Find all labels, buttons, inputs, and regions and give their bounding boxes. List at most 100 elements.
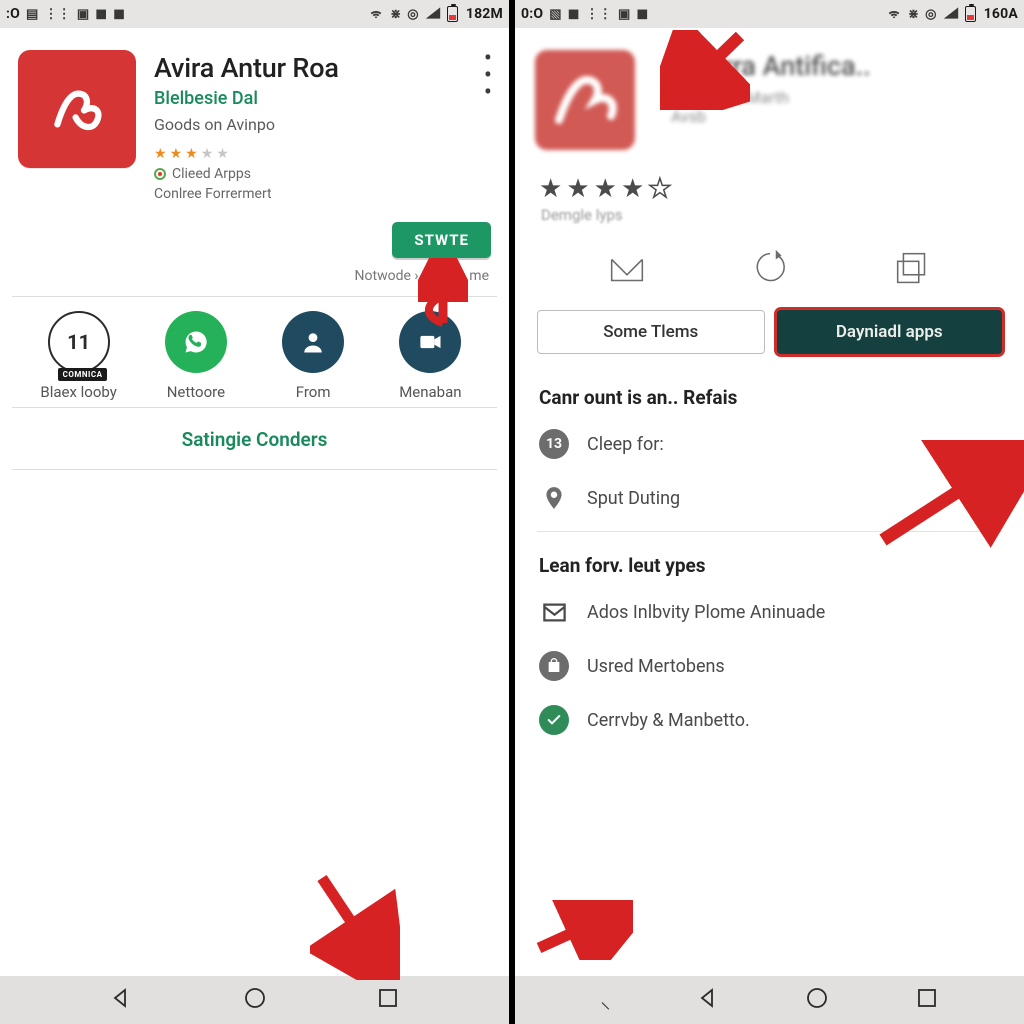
overflow-menu-icon[interactable]: ••• [463, 50, 491, 202]
status-clock: :O [6, 6, 20, 22]
app-sub-2: Avsb [671, 107, 1004, 126]
app-store-screen: Avira Antur Roa Blelbesie Dal Goods on A… [0, 28, 509, 976]
nav-recent-icon[interactable] [915, 986, 939, 1014]
secondary-text: Notwode › Stume me [0, 262, 509, 296]
whatsapp-icon [165, 311, 227, 373]
envelope-icon [539, 597, 569, 627]
info-row-label: Usred Mertobens [587, 656, 725, 677]
install-button-label: STWTE [414, 231, 469, 249]
section-heading-1: Canr ount is an.. Refais [515, 370, 1024, 417]
info-row-label: Sput Duting [587, 488, 680, 509]
status-icon: ▣ [77, 8, 89, 21]
downloads-count-icon: 11 COMNICA [48, 311, 110, 373]
info-row-label: Cleep for: [587, 434, 664, 455]
info-row-label: Cerrvby & Manbetto. [587, 710, 750, 731]
section-heading-2: Lean forv. leut ypes [515, 538, 1024, 585]
developer-name[interactable]: Blelbesie Dal [154, 88, 445, 109]
app-title: Avira Antur Roa [154, 52, 445, 84]
install-button[interactable]: STWTE [392, 222, 491, 258]
share-row: 11 COMNICA Blaex looby Nettoore From [0, 297, 509, 407]
app-subtitle: Goods on Avinpo [154, 115, 445, 134]
person-icon [282, 311, 344, 373]
refresh-icon[interactable] [747, 246, 793, 296]
nav-home-icon[interactable] [243, 986, 267, 1014]
status-icon: ◼ [95, 7, 107, 21]
status-icon: ⋮⋮ [44, 8, 70, 21]
status-icon: ◼ [636, 7, 648, 21]
app-detail-screen: Kavirra Antifica.. Mamasde.Marth Avsb ★★… [515, 28, 1024, 976]
divider [12, 469, 497, 470]
avira-glyph-icon [42, 74, 112, 144]
nav-menu-icon[interactable]: ⸜ [600, 987, 610, 1014]
secondary-button[interactable]: Some Tlems [537, 310, 765, 354]
primary-download-button[interactable]: Dayniadl apps [777, 310, 1003, 354]
bluetooth-icon: ⋇ [908, 8, 919, 21]
avira-glyph-icon [535, 50, 635, 150]
share-label: Nettoore [167, 383, 225, 401]
app-icon[interactable] [535, 50, 635, 150]
rating-subtitle: Demgle lyps [515, 206, 1024, 232]
app-meta-1: Clieed Arpps [154, 166, 445, 182]
rating-badge-icon [154, 168, 166, 180]
status-icon: ◎ [407, 8, 419, 21]
info-row[interactable]: Ados Inlbvity Plome Aninuade [515, 585, 1024, 639]
share-item-contact[interactable]: From [265, 311, 361, 401]
status-clock: 0:O [521, 6, 543, 22]
copy-icon[interactable] [890, 246, 936, 296]
info-row[interactable]: Usred Mertobens [515, 639, 1024, 693]
app-meta-2: Conlree Forrermert [154, 186, 445, 202]
age-badge-icon: 13 [539, 429, 569, 459]
status-bar: :O ▤ ⋮⋮ ▣ ◼ ◼ ⋇ ◎ 182M [0, 0, 509, 28]
wifi-icon [886, 6, 902, 23]
nav-home-icon[interactable] [805, 986, 829, 1014]
star-rating: ★★★★★ [154, 146, 445, 162]
action-icon-row [515, 232, 1024, 310]
share-item-1[interactable]: 11 COMNICA Blaex looby [31, 311, 127, 401]
app-sub-1: Mamasde.Marth [671, 88, 1004, 107]
bag-icon [539, 651, 569, 681]
status-icon: ◼ [568, 7, 580, 21]
status-icon: ▧ [549, 8, 561, 21]
mail-outline-icon[interactable] [604, 246, 650, 296]
signal-icon [425, 6, 441, 23]
info-row[interactable]: Sput Duting [515, 471, 1024, 525]
battery-icon [447, 6, 460, 22]
wifi-icon [368, 6, 384, 23]
status-tail-text: 182M [466, 6, 503, 22]
info-row[interactable]: Cerrvby & Manbetto. [515, 693, 1024, 747]
share-label: Blaex looby [40, 383, 116, 401]
nav-bar [0, 976, 509, 1024]
app-icon[interactable] [18, 50, 136, 168]
status-bar: 0:O ▧ ◼ ⋮⋮ ▣ ◼ ⋇ ◎ 160A [515, 0, 1024, 28]
info-row-label: Ados Inlbvity Plome Aninuade [587, 602, 825, 623]
right-pane: 0:O ▧ ◼ ⋮⋮ ▣ ◼ ⋇ ◎ 160A [512, 0, 1024, 1024]
status-icon: ◼ [113, 7, 125, 21]
share-item-whatsapp[interactable]: Nettoore [148, 311, 244, 401]
primary-download-button-label: Dayniadl apps [836, 322, 943, 342]
nav-back-icon[interactable] [696, 986, 720, 1014]
status-tail-text: 160A [984, 6, 1018, 22]
checkmark-icon [539, 705, 569, 735]
battery-icon [965, 6, 978, 22]
star-rating[interactable]: ★★★★★ [515, 160, 1024, 206]
signal-icon [943, 6, 959, 23]
nav-recent-icon[interactable] [376, 986, 400, 1014]
secondary-button-label: Some Tlems [603, 322, 698, 342]
status-icon: ◎ [925, 8, 937, 21]
left-pane: :O ▤ ⋮⋮ ▣ ◼ ◼ ⋇ ◎ 182M [0, 0, 512, 1024]
section-link[interactable]: Satingie Conders [0, 408, 509, 469]
info-row[interactable]: 13 Cleep for: [515, 417, 1024, 471]
nav-bar: ⸜ [515, 976, 1024, 1024]
status-icon: ⋮⋮ [586, 8, 612, 21]
share-label: From [296, 383, 331, 401]
nav-back-icon[interactable] [109, 986, 133, 1014]
share-label: Menaban [399, 383, 461, 401]
share-item-video[interactable]: Menaban [382, 311, 478, 401]
status-icon: ▤ [26, 8, 38, 21]
status-icon: ▣ [618, 8, 630, 21]
app-title: Kavirra Antifica.. [671, 50, 1004, 82]
bluetooth-icon: ⋇ [390, 8, 401, 21]
location-pin-icon [539, 483, 569, 513]
divider [537, 531, 1002, 532]
video-icon [399, 311, 461, 373]
